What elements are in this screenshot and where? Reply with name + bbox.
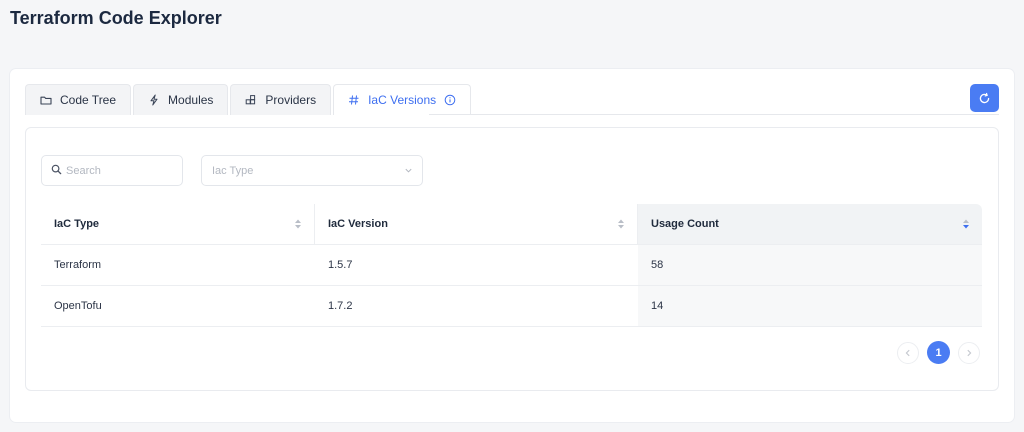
iac-type-placeholder: Iac Type: [212, 164, 254, 177]
versions-table: IaC Type IaC Version Usage Count Terrafo…: [41, 204, 982, 327]
chevron-left-icon: [904, 349, 912, 357]
chevron-right-icon: [965, 349, 973, 357]
column-header-usage-count[interactable]: Usage Count: [638, 204, 982, 244]
prev-page-button[interactable]: [897, 341, 919, 364]
usage-count-cell: 14: [638, 286, 982, 326]
iac-type-cell: OpenTofu: [54, 300, 102, 312]
lightning-icon: [148, 94, 160, 106]
column-header-iac-version[interactable]: IaC Version: [315, 204, 638, 244]
tab-label: IaC Versions: [368, 93, 437, 107]
usage-count-cell: 58: [638, 245, 982, 285]
hash-icon: [348, 94, 360, 106]
tab-label: Code Tree: [60, 93, 117, 107]
pagination: 1: [897, 341, 980, 364]
tab-divider: [429, 114, 999, 115]
column-header-label: IaC Version: [328, 218, 388, 230]
blocks-icon: [245, 94, 257, 106]
iac-type-cell: Terraform: [54, 259, 102, 271]
tab-bar: Code Tree Modules Providers IaC Versions: [25, 84, 473, 115]
chevron-down-icon: [404, 162, 413, 180]
page-number-button[interactable]: 1: [927, 341, 950, 364]
refresh-button[interactable]: [970, 84, 999, 112]
tab-modules[interactable]: Modules: [133, 84, 229, 115]
column-header-iac-type[interactable]: IaC Type: [41, 204, 315, 244]
sort-desc-icon[interactable]: [962, 218, 970, 230]
folder-icon: [40, 94, 52, 106]
search-field[interactable]: [41, 155, 183, 186]
iac-version-cell: 1.5.7: [328, 259, 353, 271]
sort-icon[interactable]: [617, 218, 625, 230]
iac-type-select[interactable]: Iac Type: [201, 155, 423, 186]
tab-code-tree[interactable]: Code Tree: [25, 84, 132, 115]
tab-label: Modules: [168, 93, 214, 107]
info-icon[interactable]: [444, 94, 456, 106]
search-icon: [51, 162, 62, 180]
tab-label: Providers: [265, 93, 317, 107]
column-header-label: IaC Type: [54, 218, 100, 230]
tab-iac-versions[interactable]: IaC Versions: [333, 84, 472, 115]
search-input[interactable]: [66, 164, 176, 177]
page-title: Terraform Code Explorer: [10, 8, 222, 28]
table-row[interactable]: OpenTofu 1.7.2 14: [41, 286, 982, 327]
sort-icon[interactable]: [294, 218, 302, 230]
refresh-icon: [978, 92, 991, 105]
iac-version-cell: 1.7.2: [328, 300, 353, 312]
next-page-button[interactable]: [958, 341, 980, 364]
tab-providers[interactable]: Providers: [230, 84, 332, 115]
column-header-label: Usage Count: [651, 218, 719, 230]
table-row[interactable]: Terraform 1.5.7 58: [41, 245, 982, 286]
table-header: IaC Type IaC Version Usage Count: [41, 204, 982, 245]
